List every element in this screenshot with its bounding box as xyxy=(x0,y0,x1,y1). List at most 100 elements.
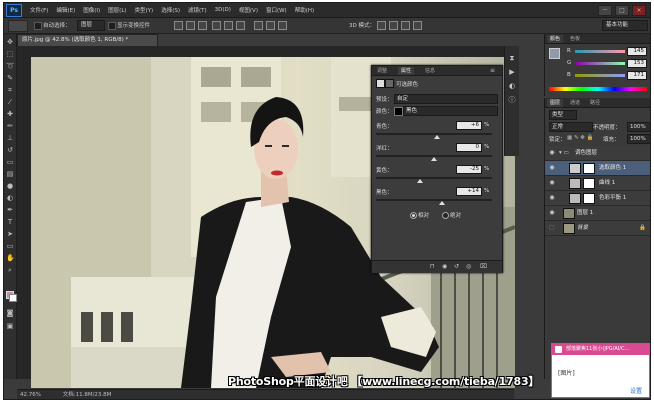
blur-tool-icon[interactable]: ● xyxy=(6,183,14,190)
show-transform-checkbox[interactable] xyxy=(108,22,116,30)
3d-slide-icon[interactable] xyxy=(413,21,422,30)
eye-icon[interactable]: ◉ xyxy=(548,179,556,187)
black-slider-track[interactable] xyxy=(376,199,492,201)
align-center-icon[interactable] xyxy=(224,21,233,30)
minimize-button[interactable]: － xyxy=(598,4,612,16)
eye-icon[interactable]: ◉ xyxy=(548,164,556,172)
magenta-value[interactable]: 0 xyxy=(456,143,482,152)
view-previous-icon[interactable]: ◉ xyxy=(442,263,447,270)
pen-tool-icon[interactable]: ✒ xyxy=(6,207,14,214)
history-brush-tool-icon[interactable]: ↺ xyxy=(6,147,14,154)
menu-layer[interactable]: 图层(L) xyxy=(108,6,126,14)
menu-type[interactable]: 类型(Y) xyxy=(135,6,154,14)
menu-file[interactable]: 文件(F) xyxy=(30,6,48,14)
blue-value[interactable]: 171 xyxy=(627,71,647,80)
gradient-tool-icon[interactable]: ▤ xyxy=(6,171,14,178)
zoom-level[interactable]: 42.76% xyxy=(20,392,41,398)
zoom-tool-icon[interactable]: ⌕ xyxy=(6,267,14,274)
yellow-value[interactable]: -25 xyxy=(456,165,482,174)
blue-slider[interactable] xyxy=(575,74,625,77)
layer-row-group[interactable]: ◉ ▾ ▭ 调色图层 xyxy=(545,146,650,161)
3d-rotate-icon[interactable] xyxy=(377,21,386,30)
tab-info[interactable]: 信息 xyxy=(422,67,438,75)
eye-icon[interactable]: ◉ xyxy=(548,149,556,157)
color-spectrum-bar[interactable] xyxy=(549,87,647,91)
menu-edit[interactable]: 编辑(E) xyxy=(56,6,75,14)
close-button[interactable]: × xyxy=(632,4,646,16)
panel-menu-icon[interactable]: ≡ xyxy=(490,67,495,74)
tab-layers[interactable]: 图层 xyxy=(547,99,564,107)
adjustments-icon[interactable]: ◐ xyxy=(508,82,516,90)
layer-row-color-balance[interactable]: ◉ 色彩平衡 1 xyxy=(545,191,650,206)
background-color-swatch[interactable] xyxy=(9,294,17,302)
tab-color[interactable]: 颜色 xyxy=(547,35,564,43)
lock-icons[interactable]: ▦ ✎ ✥ 🔒 xyxy=(567,135,594,141)
document-tab[interactable]: 原片.jpg @ 42.8% (选取颜色 1, RGB/8) * xyxy=(17,34,158,46)
yellow-slider-thumb[interactable] xyxy=(416,179,423,183)
distribute-bottom-icon[interactable] xyxy=(278,21,287,30)
tab-paths[interactable]: 路径 xyxy=(587,99,603,107)
notification-popup[interactable]: 部落聚焦11张小(JPG/AI/C... [图片] 设置 xyxy=(551,343,650,398)
menu-select[interactable]: 选择(S) xyxy=(161,6,180,14)
brush-tool-icon[interactable]: ✏ xyxy=(6,123,14,130)
foreground-color-chip[interactable] xyxy=(549,48,560,59)
tab-swatches[interactable]: 色板 xyxy=(567,35,583,43)
red-slider[interactable] xyxy=(575,50,625,53)
dodge-tool-icon[interactable]: ◐ xyxy=(6,195,14,202)
absolute-radio[interactable] xyxy=(442,212,449,219)
green-value[interactable]: 153 xyxy=(627,59,647,68)
clone-stamp-tool-icon[interactable]: ⊥ xyxy=(6,135,14,142)
history-icon[interactable]: ⧗ xyxy=(508,54,516,62)
layer-mask-icon[interactable] xyxy=(385,79,394,88)
trash-icon[interactable]: ⌧ xyxy=(480,263,487,270)
layer-row-background[interactable]: ▢ 背景 🔒 xyxy=(545,221,650,236)
blend-mode-dropdown[interactable]: 正常 xyxy=(549,122,593,132)
menu-3d[interactable]: 3D(D) xyxy=(215,7,231,13)
distribute-top-icon[interactable] xyxy=(254,21,263,30)
quick-select-tool-icon[interactable]: ✎ xyxy=(6,75,14,82)
screen-mode-icon[interactable]: ▣ xyxy=(6,323,14,330)
tab-properties[interactable]: 属性 xyxy=(398,67,415,75)
quick-mask-icon[interactable]: ◙ xyxy=(6,310,14,317)
preset-dropdown[interactable]: 自定 xyxy=(394,94,498,104)
fill-field[interactable]: 100% xyxy=(627,134,650,144)
layer-row-selective-color[interactable]: ◉ 选取颜色 1 xyxy=(545,161,650,176)
path-select-tool-icon[interactable]: ➤ xyxy=(6,231,14,238)
eye-icon[interactable]: ◉ xyxy=(548,194,556,202)
eyedropper-tool-icon[interactable]: ⁄ xyxy=(6,99,14,106)
visibility-icon[interactable]: ◎ xyxy=(466,263,471,270)
tab-adjustments[interactable]: 调整 xyxy=(374,67,390,75)
notification-settings-link[interactable]: 设置 xyxy=(630,386,642,395)
cyan-slider-thumb[interactable] xyxy=(434,135,441,139)
eye-icon[interactable]: ▢ xyxy=(548,224,556,232)
relative-radio[interactable] xyxy=(410,212,417,219)
maximize-button[interactable]: □ xyxy=(615,4,629,16)
menu-window[interactable]: 窗口(W) xyxy=(266,6,287,14)
lasso-tool-icon[interactable]: ➰ xyxy=(6,63,15,70)
move-tool-preset[interactable] xyxy=(8,20,28,32)
black-value[interactable]: +14 xyxy=(456,187,482,196)
actions-icon[interactable]: ▶ xyxy=(508,68,516,76)
3d-pan-icon[interactable] xyxy=(401,21,410,30)
3d-roll-icon[interactable] xyxy=(389,21,398,30)
align-middle-icon[interactable] xyxy=(186,21,195,30)
align-bottom-icon[interactable] xyxy=(198,21,207,30)
crop-tool-icon[interactable]: ⌗ xyxy=(6,87,14,94)
eye-icon[interactable]: ◉ xyxy=(548,209,556,217)
menu-view[interactable]: 视图(V) xyxy=(239,6,258,14)
auto-select-dropdown[interactable]: 图层 xyxy=(77,20,105,31)
clip-to-layer-icon[interactable]: ⊓ xyxy=(430,263,435,270)
colors-dropdown[interactable]: 黑色 xyxy=(403,106,498,116)
healing-tool-icon[interactable]: ✚ xyxy=(6,111,14,118)
marquee-tool-icon[interactable]: ⬚ xyxy=(6,51,14,58)
hand-tool-icon[interactable]: ✋ xyxy=(6,255,15,262)
cyan-value[interactable]: +6 xyxy=(456,121,482,130)
auto-select-checkbox[interactable] xyxy=(34,22,42,30)
menu-filter[interactable]: 滤镜(T) xyxy=(188,6,207,14)
align-left-icon[interactable] xyxy=(212,21,221,30)
menu-image[interactable]: 图像(I) xyxy=(83,6,100,14)
magenta-slider-thumb[interactable] xyxy=(431,157,437,161)
align-top-icon[interactable] xyxy=(174,21,183,30)
type-tool-icon[interactable]: T xyxy=(6,219,14,226)
layer-row-curves[interactable]: ◉ 曲线 1 xyxy=(545,176,650,191)
